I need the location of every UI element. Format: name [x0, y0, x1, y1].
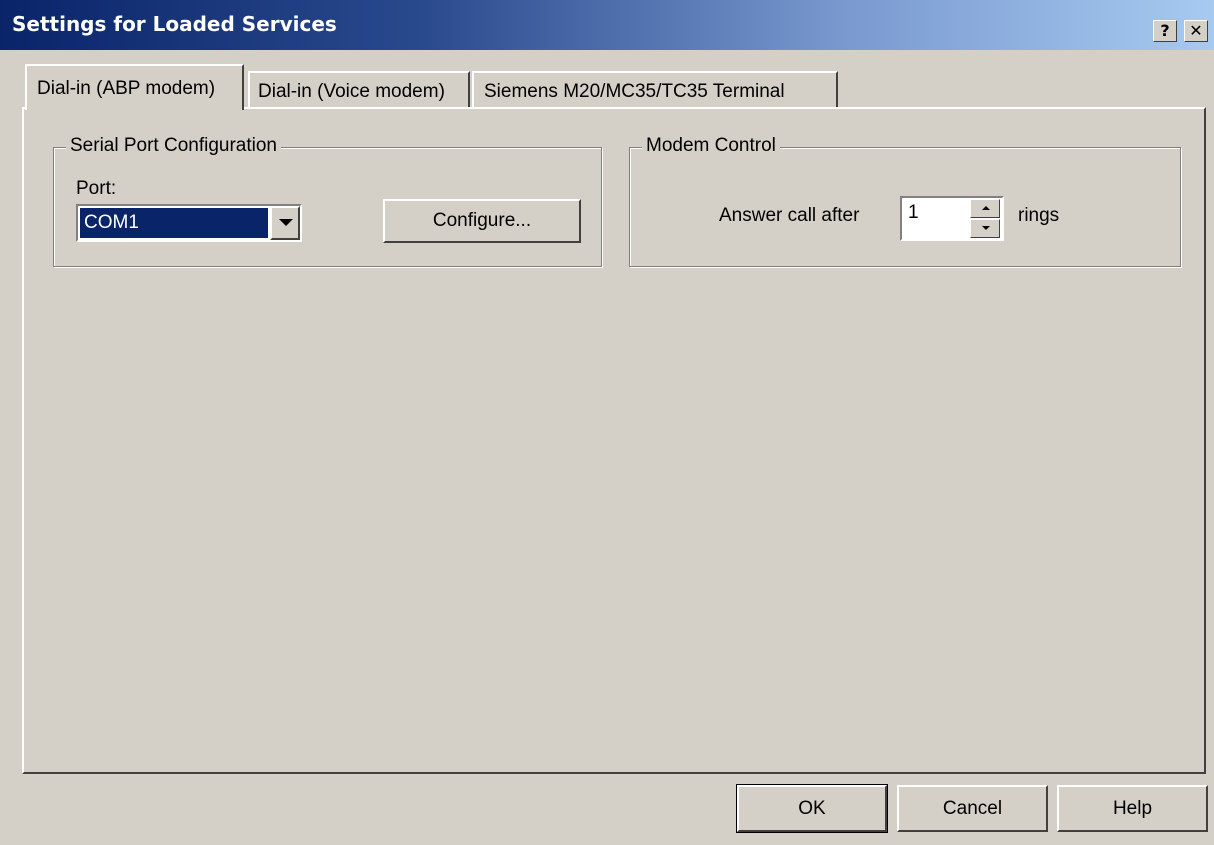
help-button[interactable]: Help: [1057, 785, 1208, 832]
window-title: Settings for Loaded Services: [12, 12, 337, 36]
ok-button[interactable]: OK: [736, 784, 888, 833]
title-bar[interactable]: Settings for Loaded Services ? ✕: [0, 0, 1214, 50]
port-select-value: COM1: [80, 208, 268, 238]
rings-value[interactable]: 1: [908, 202, 919, 224]
rings-label: rings: [1018, 205, 1060, 226]
port-label: Port:: [76, 178, 117, 199]
port-select[interactable]: COM1: [76, 204, 302, 242]
modem-control-group-label: Modem Control: [642, 135, 780, 157]
cancel-button[interactable]: Cancel: [897, 785, 1048, 832]
active-tab-joint: [27, 106, 242, 110]
answer-call-label: Answer call after: [719, 205, 860, 226]
spin-up-icon[interactable]: [970, 199, 1000, 218]
rings-stepper[interactable]: 1: [900, 196, 1004, 241]
close-icon[interactable]: ✕: [1184, 20, 1208, 42]
tab-dial-in-abp-modem[interactable]: Dial-in (ABP modem): [25, 64, 244, 110]
spin-down-icon[interactable]: [970, 219, 1000, 238]
tab-dial-in-voice-modem[interactable]: Dial-in (Voice modem): [248, 71, 470, 109]
tab-label: Dial-in (Voice modem): [258, 81, 445, 102]
configure-button[interactable]: Configure...: [383, 199, 581, 243]
help-icon[interactable]: ?: [1153, 20, 1177, 42]
tab-siemens-terminal[interactable]: Siemens M20/MC35/TC35 Terminal: [472, 71, 838, 109]
tab-label: Dial-in (ABP modem): [37, 78, 216, 99]
chevron-down-icon[interactable]: [270, 206, 300, 240]
serial-port-group-label: Serial Port Configuration: [66, 135, 281, 157]
tab-label: Siemens M20/MC35/TC35 Terminal: [484, 81, 785, 102]
